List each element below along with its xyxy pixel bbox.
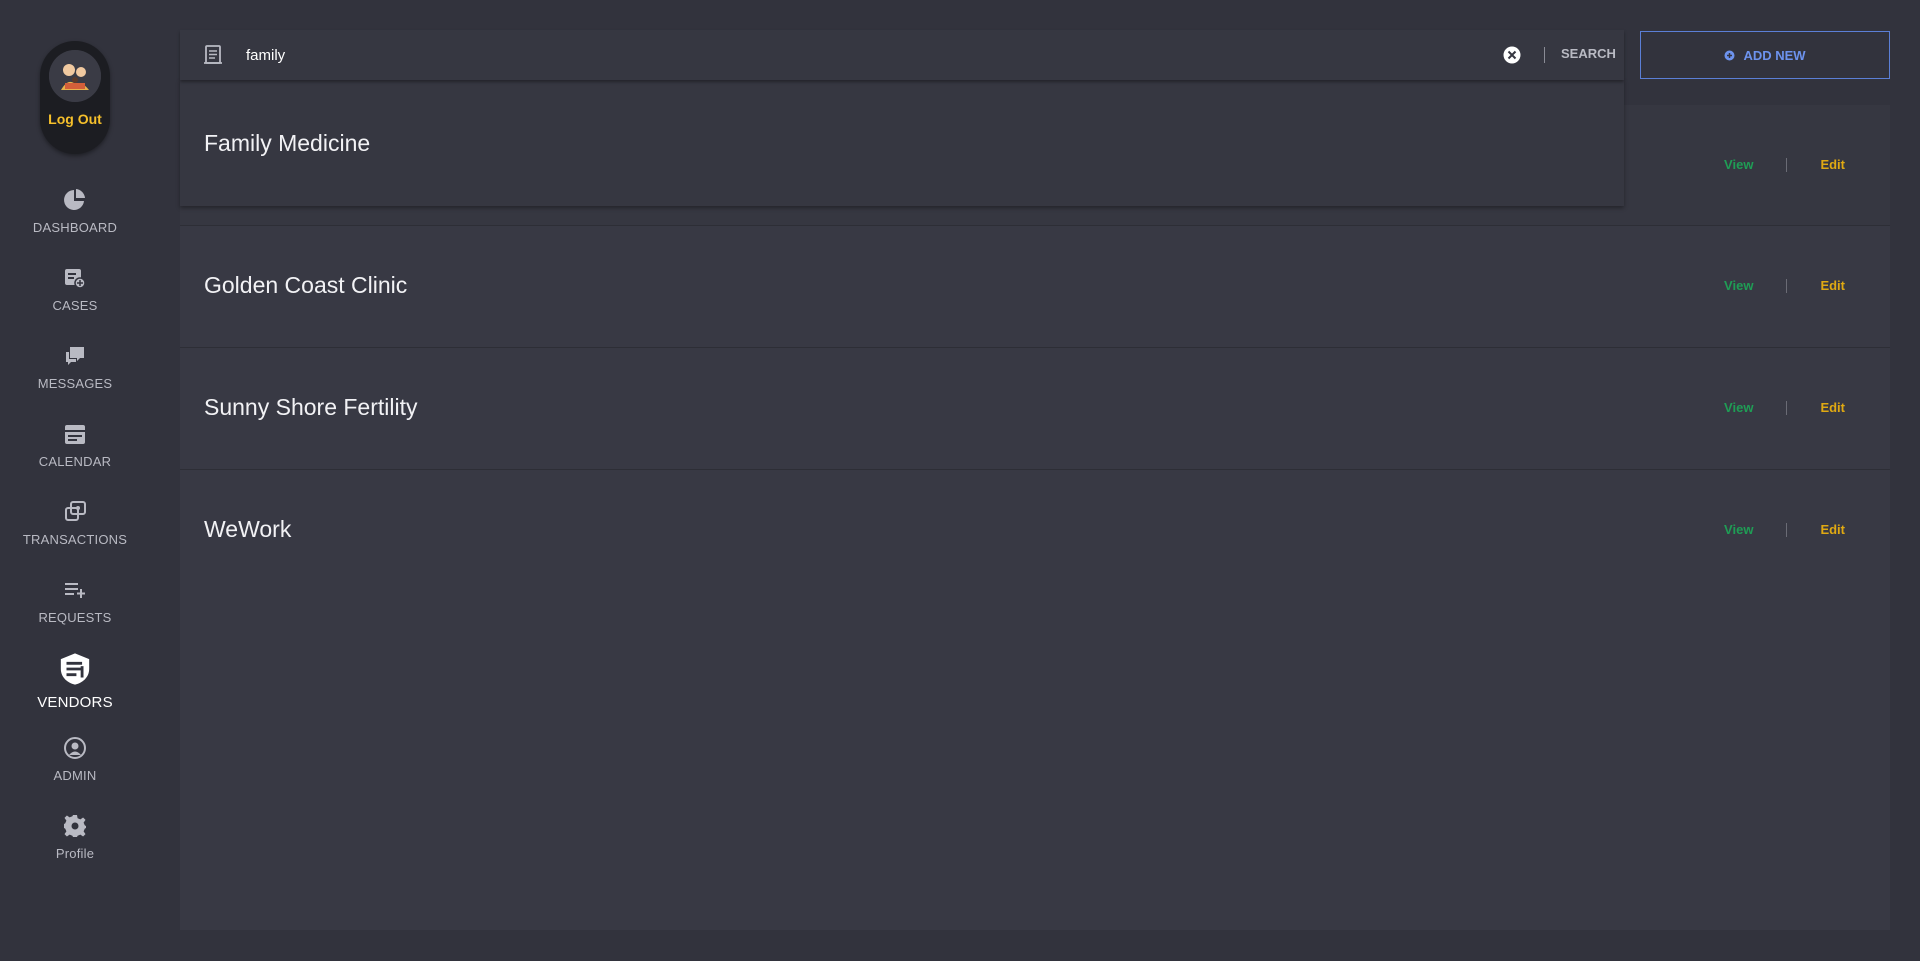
row-actions: View Edit bbox=[1724, 400, 1845, 415]
sidebar-item-messages[interactable]: MESSAGES bbox=[0, 344, 150, 391]
vendor-name: Golden Coast Clinic bbox=[204, 272, 408, 298]
document-icon bbox=[204, 45, 222, 64]
sidebar: Log Out DASHBOARD CASES MESSAGES CALENDA… bbox=[0, 0, 150, 961]
sidebar-item-requests[interactable]: REQUESTS bbox=[0, 578, 150, 625]
vendor-card-highlighted[interactable]: Family Medicine bbox=[180, 80, 1624, 206]
cases-icon bbox=[65, 269, 86, 289]
sidebar-item-admin[interactable]: ADMIN bbox=[0, 736, 150, 783]
sidebar-item-vendors[interactable]: VENDORS bbox=[0, 652, 150, 711]
clear-search-icon[interactable] bbox=[1503, 46, 1521, 64]
view-link[interactable]: View bbox=[1724, 278, 1753, 293]
vendor-name: Family Medicine bbox=[204, 130, 371, 156]
row-actions: View Edit bbox=[1724, 522, 1845, 537]
sidebar-item-label: MESSAGES bbox=[37, 376, 113, 391]
action-divider bbox=[1786, 278, 1788, 293]
search-divider bbox=[1544, 47, 1545, 63]
sidebar-item-label: TRANSACTIONS bbox=[22, 532, 128, 547]
sidebar-item-dashboard[interactable]: DASHBOARD bbox=[0, 188, 150, 235]
calendar-icon bbox=[65, 425, 85, 444]
edit-link[interactable]: Edit bbox=[1820, 278, 1845, 293]
avatar[interactable] bbox=[49, 50, 101, 102]
sidebar-item-label: ADMIN bbox=[53, 768, 97, 783]
add-new-label: ADD NEW bbox=[1743, 47, 1806, 63]
messages-icon bbox=[66, 347, 84, 365]
vendor-name: WeWork bbox=[204, 516, 292, 542]
table-row[interactable]: Golden Coast Clinic View Edit bbox=[180, 226, 1890, 348]
vendor-name: Sunny Shore Fertility bbox=[204, 394, 418, 420]
edit-link[interactable]: Edit bbox=[1820, 522, 1845, 537]
plus-circle-icon bbox=[1724, 50, 1735, 60]
edit-link[interactable]: Edit bbox=[1820, 400, 1845, 415]
sidebar-item-label: DASHBOARD bbox=[32, 220, 118, 235]
table-row[interactable]: WeWork View Edit bbox=[180, 470, 1890, 592]
search-bar: SEARCH bbox=[180, 30, 1624, 80]
sidebar-item-transactions[interactable]: TRANSACTIONS bbox=[0, 500, 150, 547]
transactions-icon bbox=[65, 501, 86, 521]
table-row[interactable]: Sunny Shore Fertility View Edit bbox=[180, 348, 1890, 470]
logout-button[interactable]: Log Out bbox=[40, 111, 110, 127]
sidebar-item-calendar[interactable]: CALENDAR bbox=[0, 422, 150, 469]
view-link[interactable]: View bbox=[1724, 522, 1753, 537]
sidebar-item-profile[interactable]: Profile bbox=[0, 814, 150, 861]
vendors-icon bbox=[60, 653, 90, 685]
action-divider bbox=[1786, 157, 1788, 172]
pie-chart-icon bbox=[64, 189, 85, 210]
sidebar-item-label: CASES bbox=[52, 298, 98, 313]
sidebar-item-cases[interactable]: CASES bbox=[0, 266, 150, 313]
sidebar-item-label: CALENDAR bbox=[38, 454, 112, 469]
user-menu: Log Out bbox=[40, 41, 110, 154]
edit-link[interactable]: Edit bbox=[1820, 157, 1845, 172]
add-new-button[interactable]: ADD NEW bbox=[1640, 31, 1890, 79]
view-link[interactable]: View bbox=[1724, 157, 1753, 172]
search-input[interactable] bbox=[244, 40, 1244, 70]
sidebar-item-label: REQUESTS bbox=[38, 610, 112, 625]
requests-icon bbox=[65, 583, 85, 598]
search-button[interactable]: SEARCH bbox=[1561, 46, 1616, 61]
gear-icon bbox=[64, 815, 86, 837]
sidebar-item-label: Profile bbox=[55, 846, 95, 861]
action-divider bbox=[1786, 522, 1788, 537]
row-actions: View Edit bbox=[1724, 278, 1845, 293]
sidebar-item-label: VENDORS bbox=[37, 694, 113, 711]
admin-icon bbox=[64, 737, 86, 759]
view-link[interactable]: View bbox=[1724, 400, 1753, 415]
row-actions: View Edit bbox=[1724, 157, 1845, 172]
action-divider bbox=[1786, 400, 1788, 415]
